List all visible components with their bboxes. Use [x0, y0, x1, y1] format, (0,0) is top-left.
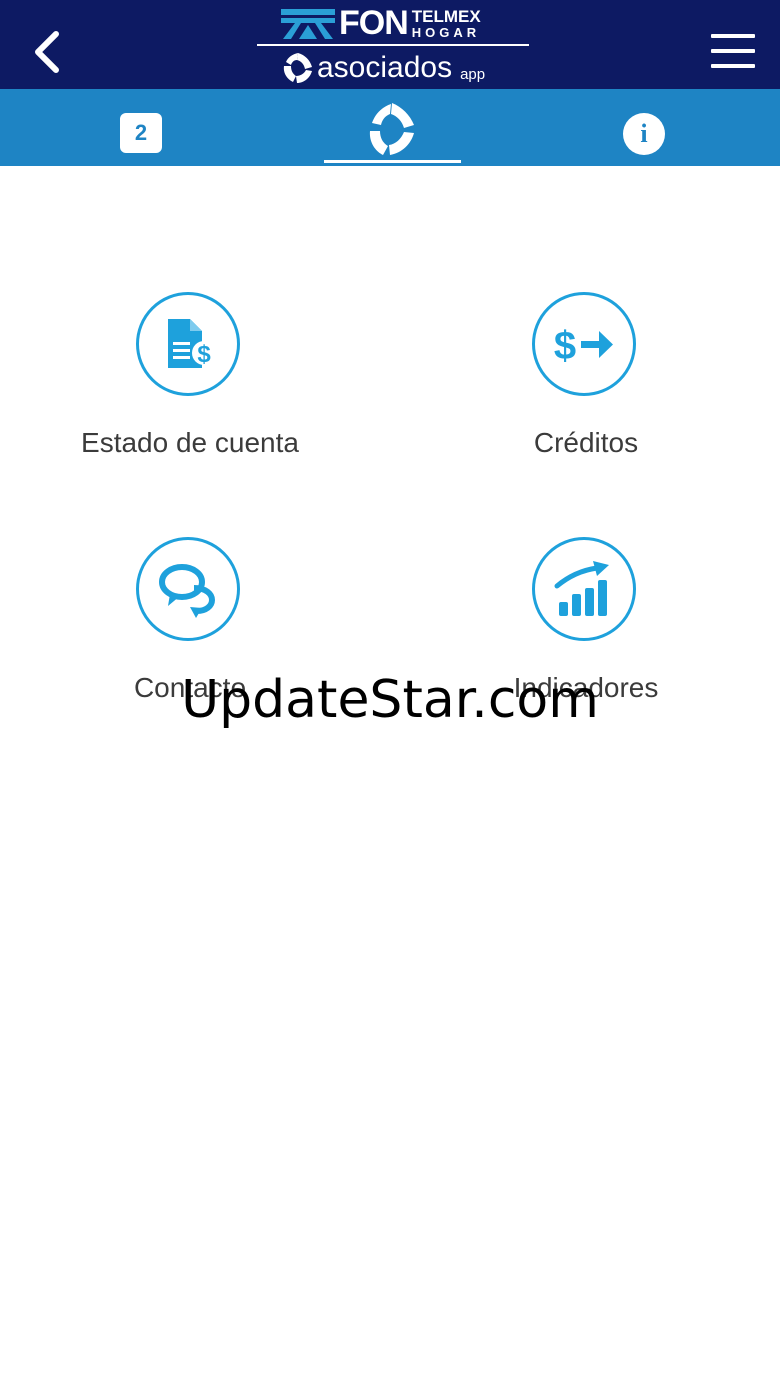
menu-item-creditos[interactable]: $ Créditos — [436, 292, 736, 472]
logo-divider — [257, 44, 529, 46]
svg-text:$: $ — [197, 341, 211, 368]
app-suffix-text: app — [460, 65, 486, 83]
back-button[interactable] — [28, 28, 68, 76]
tab-info[interactable]: i — [623, 113, 665, 155]
menu-item-estado-de-cuenta[interactable]: $ Estado de cuenta — [40, 292, 340, 472]
asociados-home-icon — [369, 103, 414, 155]
fon-brand-text: FON — [339, 4, 409, 42]
fon-telmex-logo: FON TELMEX HOGAR — [281, 4, 481, 42]
menu-icon-circle: $ — [136, 292, 240, 396]
document-money-icon: $ — [168, 319, 216, 368]
menu-icon-circle — [532, 537, 636, 641]
chat-bubbles-icon — [159, 564, 216, 618]
menu-item-indicadores[interactable]: Indicadores — [436, 537, 736, 717]
hamburger-icon — [711, 34, 755, 68]
menu-icon-circle — [136, 537, 240, 641]
app-header: FON TELMEX HOGAR asociados app — [0, 0, 780, 89]
bar-chart-growth-icon — [554, 561, 609, 616]
menu-icon-circle: $ — [532, 292, 636, 396]
menu-label-indicadores: Indicadores — [513, 672, 659, 703]
menu-label-estado-de-cuenta: Estado de cuenta — [81, 427, 299, 458]
tab-notifications[interactable]: 2 — [120, 113, 162, 153]
tab-home[interactable] — [324, 89, 461, 166]
hogar-brand-text: HOGAR — [411, 24, 481, 40]
menu-item-contacto[interactable]: Contacto — [40, 537, 340, 717]
tab-bar: 2 i — [0, 89, 780, 166]
menu-label-creditos: Créditos — [533, 427, 639, 458]
telmex-hogar-stack: TELMEX HOGAR — [412, 8, 481, 39]
menu-label-contacto: Contacto — [133, 672, 247, 703]
hamburger-menu-button[interactable] — [706, 30, 760, 72]
app-name-text: asociados — [317, 51, 453, 84]
dollar-arrow-icon: $ — [554, 324, 613, 368]
chevron-left-icon — [35, 31, 59, 73]
telmex-emblem-icon — [281, 9, 335, 39]
svg-text:$: $ — [554, 324, 576, 368]
telmex-brand-text: TELMEX — [411, 6, 481, 26]
asociados-logo: asociados app — [281, 49, 485, 87]
tab-active-indicator — [324, 160, 461, 163]
app-logo: FON TELMEX HOGAR asociados app — [257, 0, 529, 89]
asociados-emblem-icon — [283, 53, 312, 83]
